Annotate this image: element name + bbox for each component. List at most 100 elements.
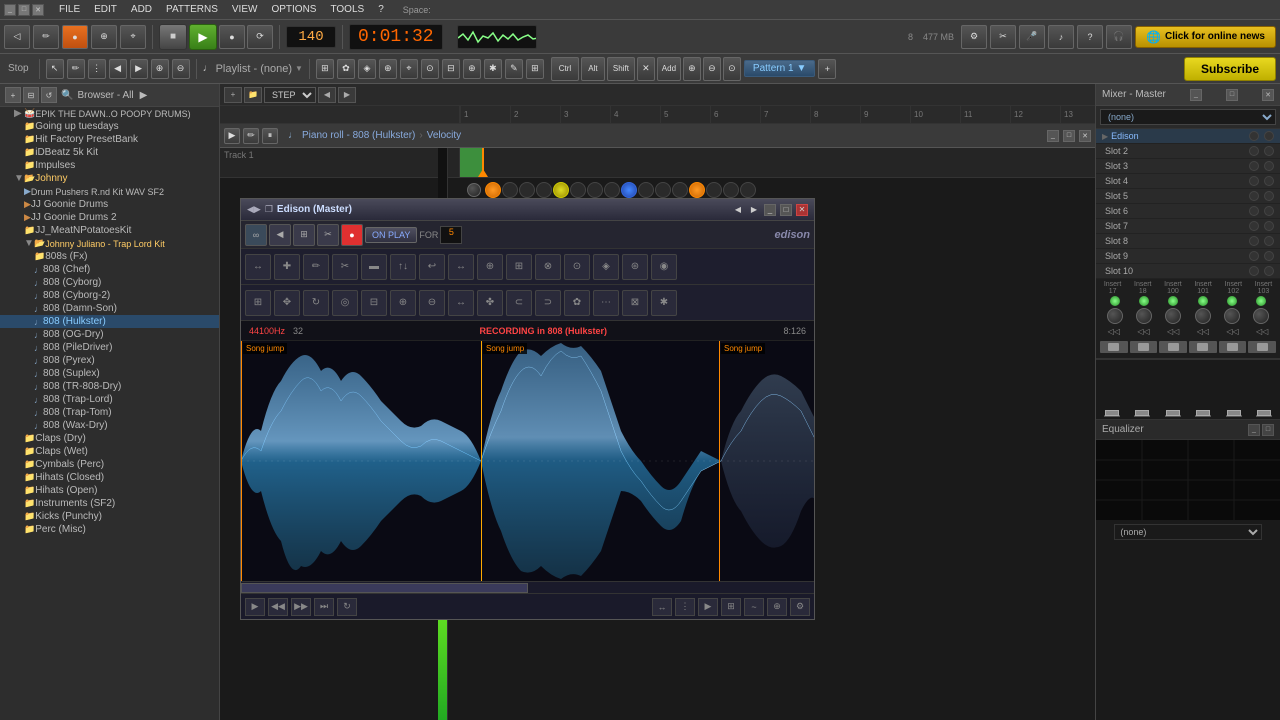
step-btn-0-5[interactable]	[570, 182, 586, 198]
quick-tool-1[interactable]: ↖	[46, 59, 64, 79]
fader-2[interactable]	[1130, 341, 1158, 353]
tool-record[interactable]: ●	[62, 25, 88, 49]
pat-tool-9[interactable]: ✱	[484, 59, 502, 79]
edison-nav-left[interactable]: ◀	[732, 204, 744, 216]
row-knob-0[interactable]	[467, 183, 481, 197]
ch-knob-1[interactable]	[1107, 308, 1123, 324]
sidebar-item-808traptom[interactable]: ♩ 808 (Trap-Tom)	[0, 406, 219, 419]
for-input[interactable]: 5	[440, 226, 462, 244]
sidebar-item-808wax[interactable]: ♩ 808 (Wax-Dry)	[0, 419, 219, 432]
step-btn-0-15[interactable]	[740, 182, 756, 198]
foot-tool3[interactable]: ▶	[698, 598, 718, 616]
transport-rec[interactable]: ●	[219, 25, 245, 49]
menu-options[interactable]: OPTIONS	[268, 4, 319, 15]
pat-tool-11[interactable]: ⊞	[526, 59, 544, 79]
et-region[interactable]: ▬	[361, 254, 387, 280]
pat-tool-8[interactable]: ⊕	[463, 59, 481, 79]
sidebar-add-btn[interactable]: +	[5, 87, 21, 103]
win-minimize[interactable]: _	[4, 4, 16, 16]
mixer-slot-3[interactable]: Slot 3	[1096, 159, 1280, 174]
add-pattern[interactable]: +	[818, 59, 836, 79]
pr-pause[interactable]: ⏸	[262, 128, 278, 144]
win-close[interactable]: ✕	[32, 4, 44, 16]
sidebar-item-808ogdry[interactable]: ♩ 808 (OG-Dry)	[0, 328, 219, 341]
sidebar-item-perc[interactable]: 📁 Perc (Misc)	[0, 523, 219, 536]
eq-preset-select[interactable]: (none)	[1114, 524, 1261, 540]
seq-new[interactable]: +	[224, 87, 242, 103]
seq-open[interactable]: 📁	[244, 87, 262, 103]
sidebar-item-trapkit[interactable]: ▼ 📂 Johnny Juliano - Trap Lord Kit	[0, 237, 219, 250]
et-normaliz[interactable]: ↑↓	[390, 254, 416, 280]
quick-tool-4[interactable]: ◀	[109, 59, 127, 79]
pat-tool-3[interactable]: ◈	[358, 59, 376, 79]
sidebar-item-meatn[interactable]: 📁 JJ_MeatNPotatoesKit	[0, 224, 219, 237]
et2-7[interactable]: ⊖	[419, 290, 445, 316]
edison-minimize[interactable]: _	[764, 204, 776, 216]
pat-tool-5[interactable]: ⌖	[400, 59, 418, 79]
foot-bookmark[interactable]: ⊞	[721, 598, 741, 616]
tool-select[interactable]: ◁	[4, 25, 30, 49]
et2-15[interactable]: ✱	[651, 290, 677, 316]
menu-add[interactable]: ADD	[128, 4, 155, 15]
menu-file[interactable]: FILE	[56, 4, 83, 15]
et-cut[interactable]: ✂	[332, 254, 358, 280]
tool-draw[interactable]: ✏	[33, 25, 59, 49]
sidebar-item-idbeatz[interactable]: 📁 iDBeatz 5k Kit	[0, 146, 219, 159]
edison-prev-btn[interactable]: ◀	[269, 224, 291, 246]
step-btn-0-8[interactable]	[621, 182, 637, 198]
edison-maximize[interactable]: □	[780, 204, 792, 216]
edison-nav-right[interactable]: ▶	[748, 204, 760, 216]
sidebar-item-going[interactable]: 📁 Going up tuesdays	[0, 120, 219, 133]
step-btn-0-10[interactable]	[655, 182, 671, 198]
edison-record-btn[interactable]: ●	[341, 224, 363, 246]
sidebar-item-808piledriver[interactable]: ♩ 808 (PileDriver)	[0, 341, 219, 354]
et2-5[interactable]: ⊟	[361, 290, 387, 316]
ch-knob-4[interactable]	[1195, 308, 1211, 324]
sidebar-item-808damn[interactable]: ♩ 808 (Damn-Son)	[0, 302, 219, 315]
quick-tool-7[interactable]: ⊖	[172, 59, 190, 79]
sidebar-item-808traplord[interactable]: ♩ 808 (Trap-Lord)	[0, 393, 219, 406]
transport-play[interactable]: ▶	[189, 24, 217, 50]
tool-settings[interactable]: ⚙	[961, 25, 987, 49]
step-btn-0-9[interactable]	[638, 182, 654, 198]
seq-right[interactable]: ▶	[338, 87, 356, 103]
tool-mic[interactable]: 🎤	[1019, 25, 1045, 49]
foot-play[interactable]: ▶	[245, 598, 265, 616]
mixer-master-select[interactable]: (none)	[1100, 109, 1276, 125]
et2-3[interactable]: ↻	[303, 290, 329, 316]
quick-tool-3[interactable]: ⋮	[88, 59, 106, 79]
foot-end[interactable]: ⏭	[314, 598, 334, 616]
sidebar-item-808suplex[interactable]: ♩ 808 (Suplex)	[0, 367, 219, 380]
tool-piano[interactable]: ♪	[1048, 25, 1074, 49]
ch-knob-2[interactable]	[1136, 308, 1152, 324]
eq-minimize[interactable]: _	[1248, 424, 1260, 436]
et-stretch[interactable]: ↔	[448, 254, 474, 280]
mixer-slot-edison[interactable]: ▶ Edison	[1096, 129, 1280, 144]
quick-tool-5[interactable]: ▶	[130, 59, 148, 79]
tool-snap[interactable]: ⌖	[120, 25, 146, 49]
sidebar-item-kicks[interactable]: 📁 Kicks (Punchy)	[0, 510, 219, 523]
mixer-slot-10[interactable]: Slot 10	[1096, 264, 1280, 279]
extra-3[interactable]: ⊙	[723, 57, 741, 81]
edison-close[interactable]: ✕	[796, 204, 808, 216]
sidebar-item-808cyborg[interactable]: ♩ 808 (Cyborg)	[0, 276, 219, 289]
transport-loop[interactable]: ⟳	[247, 25, 273, 49]
sidebar-item-808pyrex[interactable]: ♩ 808 (Pyrex)	[0, 354, 219, 367]
edison-loop-btn[interactable]: ∞	[245, 224, 267, 246]
et-draw[interactable]: ✏	[303, 254, 329, 280]
pat-tool-4[interactable]: ⊕	[379, 59, 397, 79]
sidebar-item-808hulkster[interactable]: ♩ 808 (Hulkster)	[0, 315, 219, 328]
fader-5[interactable]	[1219, 341, 1247, 353]
sidebar-item-goonie2[interactable]: ▶ JJ Goonie Drums 2	[0, 211, 219, 224]
vfader-track-5[interactable]	[1226, 415, 1242, 417]
extra-1[interactable]: ⊕	[683, 57, 701, 81]
sidebar-item-808fx[interactable]: 📁 808s (Fx)	[0, 250, 219, 263]
pat-tool-2[interactable]: ✿	[337, 59, 355, 79]
et2-4[interactable]: ◎	[332, 290, 358, 316]
sidebar-refresh-btn[interactable]: ↺	[41, 87, 57, 103]
menu-patterns[interactable]: PATTERNS	[163, 4, 221, 15]
step-btn-0-11[interactable]	[672, 182, 688, 198]
et2-8[interactable]: ↔	[448, 290, 474, 316]
et2-11[interactable]: ⊃	[535, 290, 561, 316]
step-btn-0-7[interactable]	[604, 182, 620, 198]
